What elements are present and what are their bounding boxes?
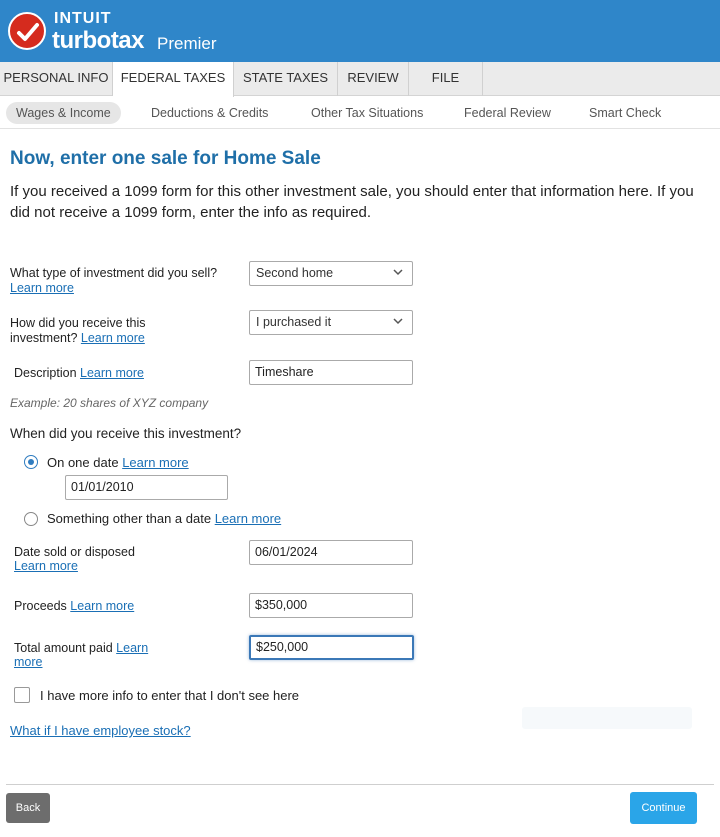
tab-personal-info[interactable]: PERSONAL INFO [0, 62, 113, 96]
continue-button[interactable]: Continue [630, 792, 697, 824]
more-info-checkbox[interactable] [14, 687, 30, 703]
description-label: Description Learn more [14, 366, 144, 381]
edition-label: Premier [157, 34, 217, 53]
total-paid-learn-more-link-cont[interactable]: more [14, 655, 42, 670]
footer-divider [6, 784, 714, 785]
intuit-wordmark: INTUIT [54, 10, 112, 27]
employee-stock-link[interactable]: What if I have employee stock? [10, 723, 191, 738]
receive-date-question: When did you receive this investment? [10, 426, 242, 441]
chevron-down-icon [393, 318, 403, 325]
description-example: Example: 20 shares of XYZ company [10, 396, 209, 410]
faded-overlay [522, 707, 692, 729]
investment-type-label-text: What type of investment did you sell? [10, 266, 218, 280]
proceeds-learn-more-link[interactable]: Learn more [70, 599, 134, 613]
date-sold-label-text: Date sold or disposed [14, 545, 135, 559]
proceeds-label: Proceeds Learn more [14, 599, 134, 614]
subnav-wages-income[interactable]: Wages & Income [6, 102, 121, 124]
receive-method-select[interactable]: I purchased it [249, 310, 413, 335]
main-tabs: PERSONAL INFO FEDERAL TAXES STATE TAXES … [0, 62, 720, 97]
more-info-label: I have more info to enter that I don't s… [40, 688, 300, 703]
receive-method-value: I purchased it [256, 315, 332, 329]
turbotax-checkmark-logo-icon [8, 12, 46, 50]
page-intro: If you received a 1099 form for this oth… [10, 183, 694, 221]
sub-navigation: Wages & Income Deductions & Credits Othe… [0, 97, 720, 129]
total-paid-label-text: Total amount paid [14, 641, 113, 655]
other-than-date-learn-more-link[interactable]: Learn more [215, 511, 281, 526]
receive-method-learn-more-link[interactable]: Learn more [81, 331, 145, 345]
page-title: Now, enter one sale for Home Sale [10, 148, 321, 169]
tab-file[interactable]: FILE [409, 62, 483, 96]
description-input[interactable]: Timeshare [249, 360, 413, 385]
tab-state-taxes[interactable]: STATE TAXES [234, 62, 338, 96]
receive-method-label: How did you receive this investment? Lea… [10, 316, 180, 346]
subnav-smart-check[interactable]: Smart Check [589, 102, 661, 124]
back-button[interactable]: Back [6, 793, 50, 823]
one-date-learn-more-link[interactable]: Learn more [122, 455, 188, 470]
total-paid-input[interactable]: $250,000 [249, 635, 414, 660]
subnav-deductions-credits[interactable]: Deductions & Credits [151, 102, 268, 124]
date-sold-input[interactable]: 06/01/2024 [249, 540, 413, 565]
total-paid-label: Total amount paid Learn [14, 641, 148, 656]
subnav-federal-review[interactable]: Federal Review [464, 102, 551, 124]
total-paid-learn-more-link[interactable]: Learn [116, 641, 148, 655]
other-than-date-label-text: Something other than a date [47, 511, 212, 526]
date-sold-learn-more-link[interactable]: Learn more [14, 559, 78, 574]
subnav-other-tax-situations[interactable]: Other Tax Situations [311, 102, 423, 124]
investment-type-select[interactable]: Second home [249, 261, 413, 286]
investment-type-learn-more-link[interactable]: Learn more [10, 281, 74, 295]
chevron-down-icon [393, 269, 403, 276]
one-date-label-text: On one date [47, 455, 119, 470]
radio-one-date[interactable] [24, 455, 38, 469]
one-date-label: On one date Learn more [47, 455, 189, 470]
tab-review[interactable]: REVIEW [338, 62, 409, 96]
description-learn-more-link[interactable]: Learn more [80, 366, 144, 380]
proceeds-label-text: Proceeds [14, 599, 67, 613]
app-header: INTUIT turbotax Premier [0, 0, 720, 62]
description-label-text: Description [14, 366, 77, 380]
turbotax-wordmark: turbotax [52, 27, 145, 54]
acquired-date-input[interactable]: 01/01/2010 [65, 475, 228, 500]
investment-type-label: What type of investment did you sell? Le… [10, 266, 230, 296]
proceeds-input[interactable]: $350,000 [249, 593, 413, 618]
other-than-date-label: Something other than a date Learn more [47, 511, 281, 526]
investment-type-value: Second home [256, 266, 334, 280]
radio-other-than-date[interactable] [24, 512, 38, 526]
tab-federal-taxes[interactable]: FEDERAL TAXES [113, 62, 234, 97]
